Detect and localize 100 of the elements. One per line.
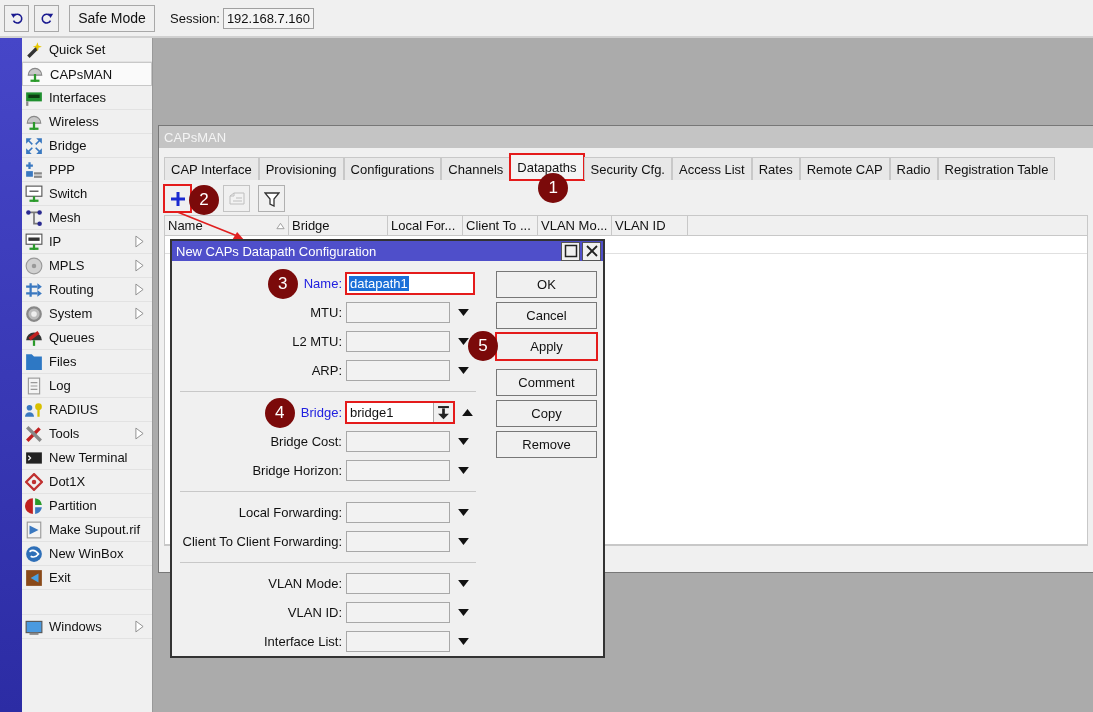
name-field[interactable]: datapath1 [346,273,474,294]
field-label: Bridge: [300,405,342,420]
menu-item[interactable]: New Terminal [22,446,152,470]
menu-item[interactable]: Wireless [22,110,152,134]
tab[interactable]: Radio [889,157,938,180]
tab[interactable]: Remote CAP [799,157,890,180]
menu-item[interactable]: CAPsMAN [22,62,152,86]
dialog-button[interactable]: Remove [496,431,597,458]
redo-button[interactable] [34,4,59,32]
column-header[interactable]: VLAN Mo... [538,216,612,236]
dropdown-arrow-icon[interactable] [457,508,470,517]
menu-item[interactable]: Switch [22,182,152,206]
tab[interactable]: Registration Table [937,157,1056,180]
tab[interactable]: Security Cfg. [583,157,672,180]
column-header[interactable]: Client To ... [463,216,538,236]
exit-icon [25,568,43,587]
person-key-icon [25,400,43,419]
dialog-button[interactable]: Apply [496,333,597,360]
step-marker: 2 [189,185,219,215]
collapse-arrow-icon[interactable] [461,408,474,417]
dropdown-arrow-icon[interactable] [457,579,470,588]
field-label: Client To Client Forwarding: [182,534,342,549]
dropdown-arrow-icon[interactable] [457,637,470,646]
dropdown-arrow-icon[interactable] [457,337,470,346]
bridge-field[interactable]: bridge1 [346,402,454,423]
dome-icon [25,328,43,347]
submenu-arrow-icon [135,235,144,248]
dialog-button[interactable]: Comment [496,369,597,396]
column-header[interactable]: VLAN ID [612,216,688,236]
menu-item[interactable]: System [22,302,152,326]
dropdown-arrow-icon[interactable] [457,437,470,446]
filter-icon [263,190,280,207]
add-button[interactable] [164,185,191,212]
wand-icon [25,40,43,59]
tab[interactable]: Datapaths [510,154,584,180]
column-header[interactable]: Bridge [289,216,388,236]
submenu-arrow-icon [135,259,144,272]
input-field[interactable] [346,431,450,452]
input-field[interactable] [346,502,450,523]
menu-item[interactable]: Make Supout.rif [22,518,152,542]
play-document-icon [25,520,43,539]
safe-mode-button[interactable]: Safe Mode [69,4,155,32]
dropdown-arrow-icon[interactable] [457,366,470,375]
undo-icon [9,11,24,25]
input-field[interactable] [346,573,450,594]
input-field[interactable] [346,631,450,652]
input-field[interactable] [346,531,450,552]
route-arrows-icon [25,280,43,299]
dropdown-arrow-icon[interactable] [457,608,470,617]
note-icon [228,190,245,207]
tab[interactable]: Provisioning [258,157,344,180]
menu-item[interactable]: Mesh [22,206,152,230]
menu-item[interactable]: Bridge [22,134,152,158]
menu-item[interactable]: New WinBox [22,542,152,566]
menu-item[interactable]: Files [22,350,152,374]
menu-item[interactable]: Queues [22,326,152,350]
dropdown-arrow-icon[interactable] [457,537,470,546]
menu-item[interactable]: Routing [22,278,152,302]
input-field[interactable] [346,602,450,623]
arrows-icon [25,136,43,155]
menu-item[interactable]: IP [22,230,152,254]
menu-item[interactable]: MPLS [22,254,152,278]
dialog-button[interactable]: Cancel [496,302,597,329]
tab[interactable]: Access List [672,157,752,180]
undo-button[interactable] [4,4,29,32]
input-field[interactable] [346,460,450,481]
dropdown-icon[interactable] [433,403,453,422]
maximize-button[interactable] [561,241,580,261]
menu-item[interactable]: Interfaces [22,86,152,110]
tab[interactable]: Configurations [343,157,442,180]
menu-item[interactable]: PPP [22,158,152,182]
menu-item[interactable]: Dot1X [22,470,152,494]
monitor-icon [25,184,43,203]
menu-item[interactable]: Tools [22,422,152,446]
menu-item[interactable]: RADIUS [22,398,152,422]
dialog-button[interactable]: Copy [496,400,597,427]
menu-item[interactable]: Exit [22,566,152,590]
tab[interactable]: CAP Interface [164,157,259,180]
diamond-icon [25,472,43,491]
dropdown-arrow-icon[interactable] [457,308,470,317]
dropdown-arrow-icon[interactable] [457,466,470,475]
input-field[interactable] [346,331,450,352]
tab[interactable]: Rates [751,157,800,180]
nodes-icon [25,208,43,227]
menu-item[interactable]: Windows [22,615,152,639]
field-label: VLAN Mode: [268,576,342,591]
session-field[interactable]: 192.168.7.160 [222,7,314,29]
filter-button[interactable] [258,185,285,212]
column-header[interactable]: Local For... [388,216,463,236]
step-marker: 4 [264,397,295,428]
tab[interactable]: Channels [441,157,511,180]
menu-item[interactable]: Log [22,374,152,398]
input-field[interactable] [346,302,450,323]
disc-icon [25,256,43,275]
submenu-arrow-icon [135,427,144,440]
field-label: Name: [303,276,342,291]
menu-item[interactable]: Partition [22,494,152,518]
dialog-button[interactable]: OK [496,271,597,298]
close-button[interactable] [582,241,601,261]
input-field[interactable] [346,360,450,381]
